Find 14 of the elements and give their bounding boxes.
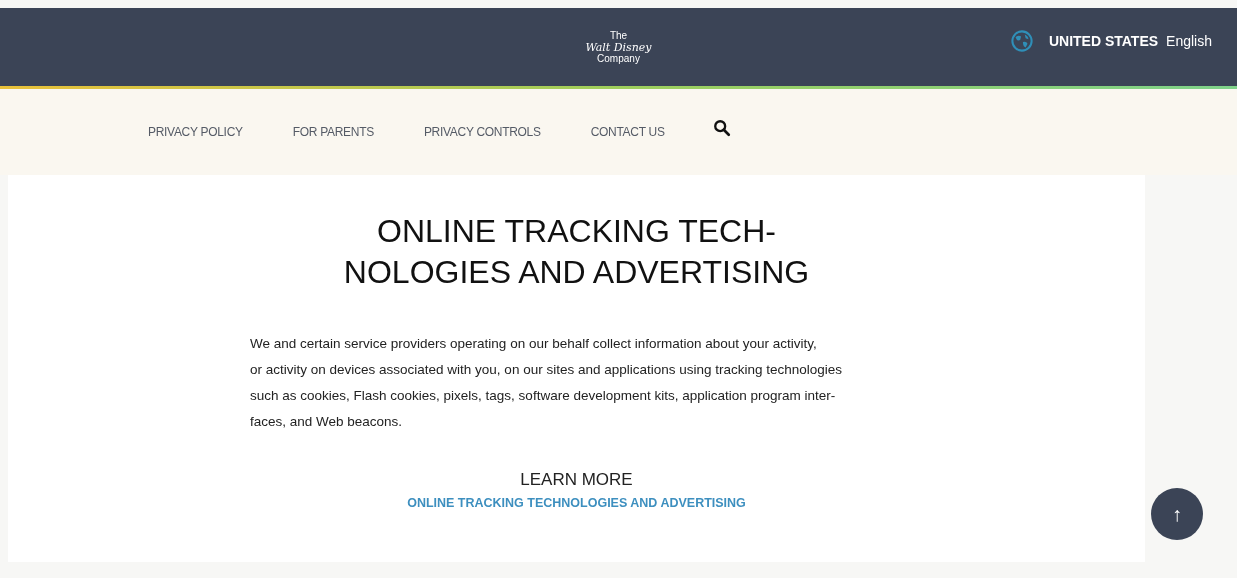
- nav-link[interactable]: PRIVACY POLICY: [148, 125, 243, 139]
- nav-link[interactable]: PRIVACY CONTROLS: [423, 125, 541, 139]
- globe-icon[interactable]: [1010, 30, 1033, 52]
- company-logo[interactable]: The Walt Disney Company: [585, 30, 652, 64]
- region-language[interactable]: English: [1166, 33, 1212, 49]
- learn-more-heading: LEARN MORE: [520, 470, 633, 490]
- back-to-top-button[interactable]: ↑: [1151, 488, 1203, 540]
- learn-more-link[interactable]: ONLINE TRACKING TECHNOLOGIES AND ADVERTISING: [407, 496, 746, 510]
- nav-link[interactable]: CONTACT US: [590, 125, 665, 139]
- region-country[interactable]: UNITED STATES: [1048, 33, 1159, 49]
- nav-link[interactable]: FOR PARENTS: [292, 125, 374, 139]
- intro-paragraph: We and certain service providers operating on our behalf collect information about your activity, or activity on devices associated with you, on our sites and applications using tracking technologies such as cookies, Flash cookies, pixels, tags, software development kits, application program inter- faces, and Web beacons.: [250, 335, 844, 431]
- page-title: ONLINE TRACKING TECH- NOLOGIES AND ADVERTISING: [343, 212, 810, 292]
- search-icon[interactable]: [712, 119, 731, 137]
